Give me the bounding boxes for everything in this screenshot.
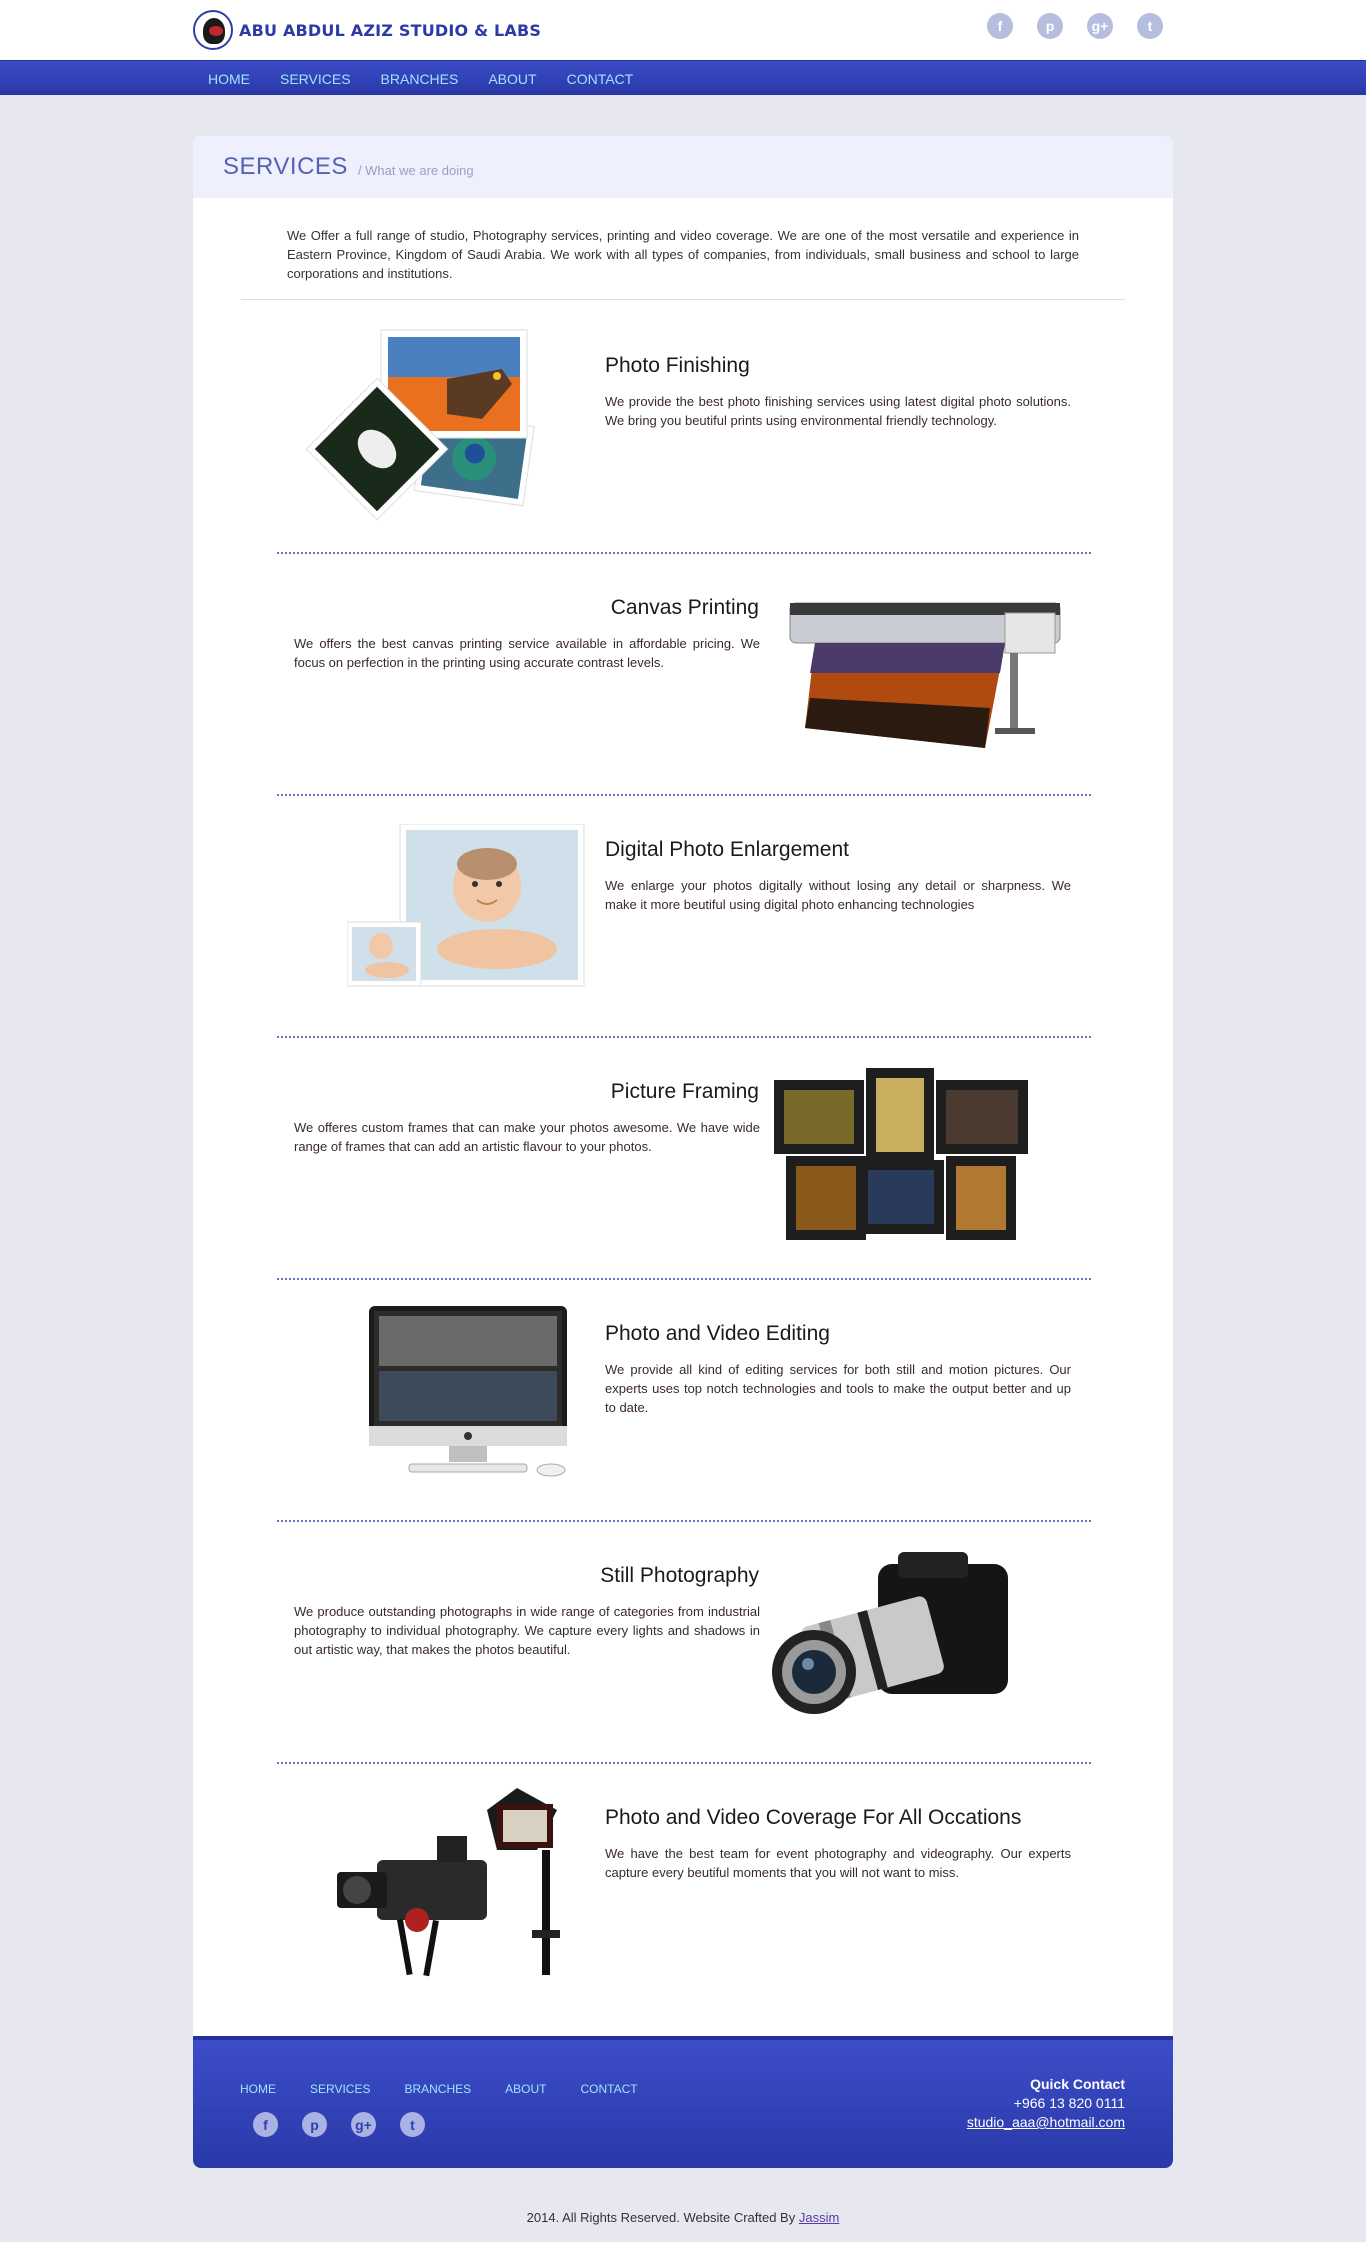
google-plus-icon[interactable]: g+ xyxy=(351,2112,376,2137)
services-panel: SERVICES / What we are doing We Offer a … xyxy=(193,136,1173,2036)
nav-home[interactable]: HOME xyxy=(208,71,250,87)
service-divider xyxy=(277,552,1091,554)
footer-nav-about[interactable]: ABOUT xyxy=(505,2082,546,2096)
video-rig-image xyxy=(337,1780,587,1980)
imac-editing-image xyxy=(369,1306,579,1486)
service-description: We offeres custom frames that can make y… xyxy=(294,1120,760,1154)
service-digital-enlargement: Digital Photo Enlargement We enlarge you… xyxy=(277,798,1091,1038)
service-title: Canvas Printing xyxy=(610,596,759,619)
service-divider xyxy=(277,794,1091,796)
nav-contact[interactable]: CONTACT xyxy=(567,71,634,87)
main-nav: HOME SERVICES BRANCHES ABOUT CONTACT xyxy=(193,61,648,96)
picture-frames-image xyxy=(774,1068,1030,1240)
service-description: We provide the best photo finishing serv… xyxy=(605,394,1071,428)
contact-email-link[interactable]: studio_aaa@hotmail.com xyxy=(967,2114,1125,2130)
service-divider xyxy=(277,1278,1091,1280)
nav-about[interactable]: ABOUT xyxy=(488,71,536,87)
footer-nav-branches[interactable]: BRANCHES xyxy=(404,2082,471,2096)
camera-image xyxy=(768,1544,1030,1734)
footer-social-links: f p g+ t xyxy=(253,2112,425,2137)
pinterest-icon[interactable]: p xyxy=(302,2112,327,2137)
contact-phone: +966 13 820 0111 xyxy=(1013,2095,1125,2111)
nav-services[interactable]: SERVICES xyxy=(280,71,351,87)
header-social-links: f p g+ t xyxy=(987,13,1163,39)
logo-mark-icon xyxy=(193,10,233,50)
copyright-line: 2014. All Rights Reserved. Website Craft… xyxy=(0,2210,1366,2225)
service-title: Photo and Video Editing xyxy=(605,1322,830,1345)
twitter-icon[interactable]: t xyxy=(1137,13,1163,39)
service-title: Digital Photo Enlargement xyxy=(605,838,849,861)
quick-contact-title: Quick Contact xyxy=(1030,2076,1125,2092)
service-description: We offers the best canvas printing servi… xyxy=(294,636,760,670)
footer-nav-home[interactable]: HOME xyxy=(240,2082,276,2096)
large-format-printer-image xyxy=(785,578,1065,753)
nav-branches[interactable]: BRANCHES xyxy=(381,71,459,87)
page-subtitle: / What we are doing xyxy=(357,162,474,178)
site-logo[interactable]: ABU ABDUL AZIZ STUDIO & LABS xyxy=(193,10,541,50)
service-title: Picture Framing xyxy=(610,1080,759,1103)
intro-text: We Offer a full range of studio, Photogr… xyxy=(287,228,1079,281)
service-photo-finishing: Photo Finishing We provide the best phot… xyxy=(277,314,1091,554)
service-photo-video-editing: Photo and Video Editing We provide all k… xyxy=(277,1282,1091,1522)
service-title: Photo and Video Coverage For All Occatio… xyxy=(605,1806,1022,1829)
service-description: We provide all kind of editing services … xyxy=(605,1362,1071,1415)
service-description: We produce outstanding photographs in wi… xyxy=(294,1604,760,1657)
site-footer: HOME SERVICES BRANCHES ABOUT CONTACT f p… xyxy=(193,2036,1173,2168)
copyright-text: 2014. All Rights Reserved. Website Craft… xyxy=(526,2210,796,2225)
service-title: Photo Finishing xyxy=(605,354,750,377)
footer-nav: HOME SERVICES BRANCHES ABOUT CONTACT xyxy=(240,2082,672,2096)
quick-contact: Quick Contact +966 13 820 0111 studio_aa… xyxy=(967,2075,1125,2132)
facebook-icon[interactable]: f xyxy=(987,13,1013,39)
service-description: We have the best team for event photogra… xyxy=(605,1846,1071,1880)
service-divider xyxy=(277,1036,1091,1038)
baby-photo-image xyxy=(346,823,587,989)
footer-nav-services[interactable]: SERVICES xyxy=(310,2082,370,2096)
service-canvas-printing: Canvas Printing We offers the best canva… xyxy=(277,556,1091,796)
twitter-icon[interactable]: t xyxy=(400,2112,425,2137)
photo-prints-image xyxy=(297,324,557,524)
pinterest-icon[interactable]: p xyxy=(1037,13,1063,39)
intro-divider xyxy=(241,299,1125,300)
author-link[interactable]: Jassim xyxy=(799,2210,839,2225)
panel-header: SERVICES / What we are doing xyxy=(193,136,1173,198)
main-navbar: HOME SERVICES BRANCHES ABOUT CONTACT xyxy=(0,60,1366,95)
service-picture-framing: Picture Framing We offeres custom frames… xyxy=(277,1040,1091,1280)
top-header: ABU ABDUL AZIZ STUDIO & LABS f p g+ t xyxy=(0,0,1366,60)
brand-name: ABU ABDUL AZIZ STUDIO & LABS xyxy=(239,20,542,40)
service-divider xyxy=(277,1520,1091,1522)
service-description: We enlarge your photos digitally without… xyxy=(605,878,1071,912)
facebook-icon[interactable]: f xyxy=(253,2112,278,2137)
service-title: Still Photography xyxy=(600,1564,759,1587)
service-divider xyxy=(277,1762,1091,1764)
google-plus-icon[interactable]: g+ xyxy=(1087,13,1113,39)
service-event-coverage: Photo and Video Coverage For All Occatio… xyxy=(277,1766,1091,2006)
page-title: SERVICES xyxy=(223,153,348,180)
service-still-photography: Still Photography We produce outstanding… xyxy=(277,1524,1091,1764)
footer-nav-contact[interactable]: CONTACT xyxy=(581,2082,638,2096)
